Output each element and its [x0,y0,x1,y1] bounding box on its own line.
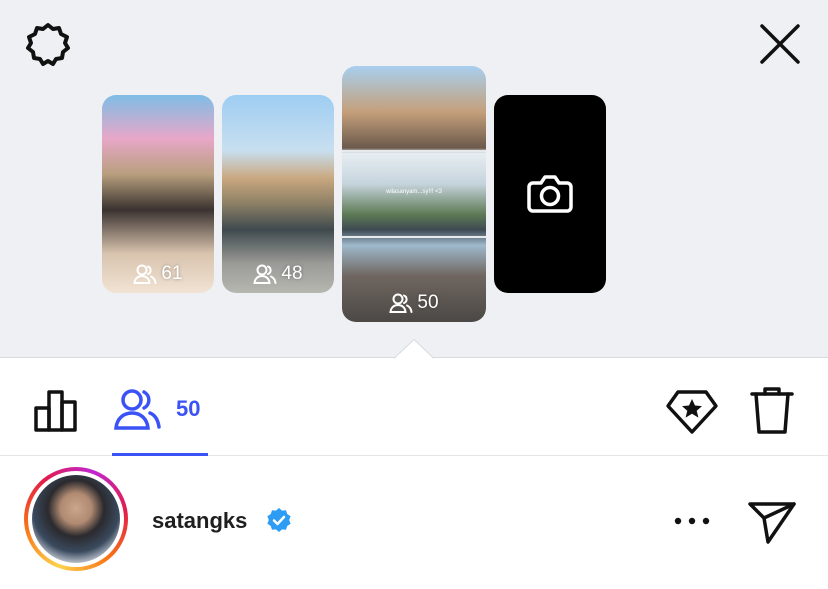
story-thumbnail[interactable]: 61 [102,95,214,293]
story-thumbnail[interactable]: 48 [222,95,334,293]
settings-button[interactable] [20,20,76,70]
avatar-image [32,475,120,563]
selection-pointer [394,339,434,359]
tab-insights[interactable] [30,386,82,434]
avatar-border [28,471,124,567]
people-icon [114,389,161,430]
viewer-username[interactable]: satangks [152,508,247,534]
close-button[interactable] [752,16,808,72]
bar-chart-icon [34,390,77,432]
viewer-count-text: 50 [417,292,439,313]
send-message-button[interactable] [746,498,798,546]
avatar[interactable] [24,467,128,571]
story-insights-tabs: 50 [0,358,828,456]
collage-divider [342,236,486,238]
close-icon [760,24,800,64]
gear-icon [26,23,70,66]
viewer-count-text: 61 [161,263,183,284]
viewer-count-text: 48 [281,263,303,284]
story-caption: wilasanyam...sy!!! <3 [386,189,442,195]
tab-viewers[interactable]: 50 [112,358,208,456]
more-options-button[interactable] [668,506,716,536]
story-viewer-count: 61 [102,263,214,285]
viewers-tab-count: 50 [176,396,201,421]
delete-button[interactable] [746,382,798,438]
highlight-button[interactable] [664,382,720,438]
story-viewer-count: 50 [342,292,486,314]
collage-divider [342,150,486,152]
story-tray: 61 48 wilasanyam...sy!!! <3 50 [0,0,828,359]
story-thumbnail-selected[interactable]: wilasanyam...sy!!! <3 50 [342,66,486,322]
add-story-button[interactable] [494,95,606,293]
people-icon [389,293,413,313]
send-icon [748,502,796,544]
viewer-list-item[interactable]: satangks [0,456,828,589]
verified-badge-icon [267,508,291,532]
more-horizontal-icon [674,517,710,525]
star-diamond-icon [666,390,718,434]
trash-icon [750,387,794,434]
people-icon [133,264,157,284]
camera-icon [527,175,573,213]
story-viewer-count: 48 [222,263,334,285]
people-icon [253,264,277,284]
